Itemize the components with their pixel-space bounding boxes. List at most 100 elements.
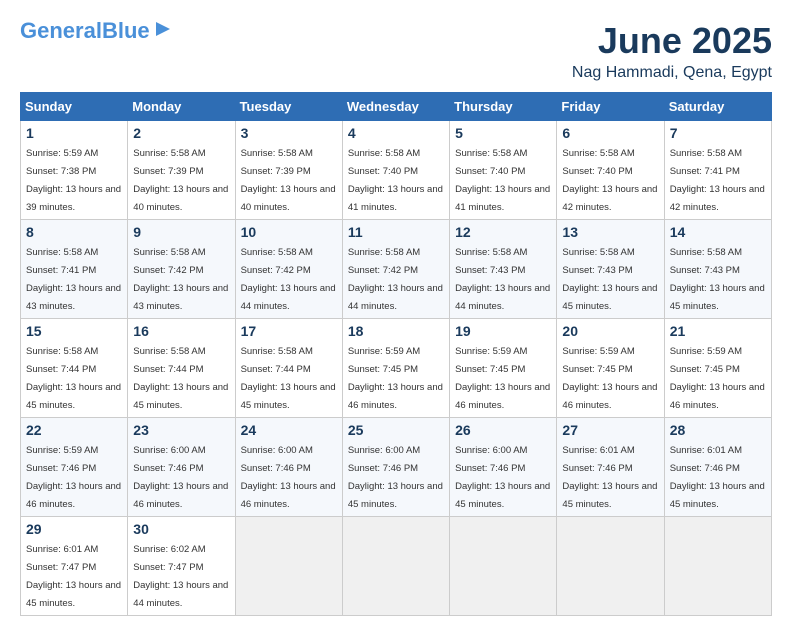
day-info: Sunrise: 5:58 AMSunset: 7:44 PMDaylight:… [241,346,336,411]
table-row: 26 Sunrise: 6:00 AMSunset: 7:46 PMDaylig… [450,418,557,517]
day-number: 20 [562,323,658,339]
day-info: Sunrise: 5:59 AMSunset: 7:45 PMDaylight:… [348,346,443,411]
day-info: Sunrise: 5:58 AMSunset: 7:43 PMDaylight:… [562,247,657,312]
day-info: Sunrise: 5:58 AMSunset: 7:39 PMDaylight:… [133,148,228,213]
day-number: 16 [133,323,229,339]
day-info: Sunrise: 5:58 AMSunset: 7:43 PMDaylight:… [670,247,765,312]
day-number: 8 [26,224,122,240]
day-number: 18 [348,323,444,339]
logo: GeneralBlue [20,20,174,42]
table-row: 22 Sunrise: 5:59 AMSunset: 7:46 PMDaylig… [21,418,128,517]
day-info: Sunrise: 5:59 AMSunset: 7:38 PMDaylight:… [26,148,121,213]
day-info: Sunrise: 5:58 AMSunset: 7:42 PMDaylight:… [133,247,228,312]
day-number: 28 [670,422,766,438]
day-info: Sunrise: 5:58 AMSunset: 7:41 PMDaylight:… [670,148,765,213]
day-info: Sunrise: 5:58 AMSunset: 7:44 PMDaylight:… [26,346,121,411]
day-number: 26 [455,422,551,438]
table-row: 29 Sunrise: 6:01 AMSunset: 7:47 PMDaylig… [21,517,128,616]
table-row [342,517,449,616]
day-info: Sunrise: 6:02 AMSunset: 7:47 PMDaylight:… [133,544,228,609]
day-info: Sunrise: 5:59 AMSunset: 7:45 PMDaylight:… [455,346,550,411]
table-row: 20 Sunrise: 5:59 AMSunset: 7:45 PMDaylig… [557,319,664,418]
table-row: 17 Sunrise: 5:58 AMSunset: 7:44 PMDaylig… [235,319,342,418]
day-number: 24 [241,422,337,438]
day-info: Sunrise: 5:58 AMSunset: 7:39 PMDaylight:… [241,148,336,213]
day-number: 7 [670,125,766,141]
logo-arrow-icon [152,18,174,40]
table-row: 30 Sunrise: 6:02 AMSunset: 7:47 PMDaylig… [128,517,235,616]
day-info: Sunrise: 5:58 AMSunset: 7:42 PMDaylight:… [241,247,336,312]
table-row: 3 Sunrise: 5:58 AMSunset: 7:39 PMDayligh… [235,121,342,220]
day-number: 13 [562,224,658,240]
table-row: 9 Sunrise: 5:58 AMSunset: 7:42 PMDayligh… [128,220,235,319]
table-row: 11 Sunrise: 5:58 AMSunset: 7:42 PMDaylig… [342,220,449,319]
day-info: Sunrise: 6:00 AMSunset: 7:46 PMDaylight:… [241,445,336,510]
page-header: GeneralBlue June 2025 Nag Hammadi, Qena,… [20,20,772,82]
day-number: 9 [133,224,229,240]
day-info: Sunrise: 6:00 AMSunset: 7:46 PMDaylight:… [133,445,228,510]
day-number: 2 [133,125,229,141]
month-title: June 2025 [572,20,772,62]
day-number: 4 [348,125,444,141]
table-row: 28 Sunrise: 6:01 AMSunset: 7:46 PMDaylig… [664,418,771,517]
day-number: 30 [133,521,229,537]
table-row: 18 Sunrise: 5:59 AMSunset: 7:45 PMDaylig… [342,319,449,418]
day-info: Sunrise: 5:58 AMSunset: 7:40 PMDaylight:… [348,148,443,213]
day-info: Sunrise: 6:00 AMSunset: 7:46 PMDaylight:… [455,445,550,510]
day-number: 22 [26,422,122,438]
day-info: Sunrise: 5:59 AMSunset: 7:45 PMDaylight:… [670,346,765,411]
day-number: 29 [26,521,122,537]
day-number: 1 [26,125,122,141]
day-info: Sunrise: 5:59 AMSunset: 7:45 PMDaylight:… [562,346,657,411]
table-row: 13 Sunrise: 5:58 AMSunset: 7:43 PMDaylig… [557,220,664,319]
day-number: 25 [348,422,444,438]
day-info: Sunrise: 5:58 AMSunset: 7:40 PMDaylight:… [455,148,550,213]
table-row: 19 Sunrise: 5:59 AMSunset: 7:45 PMDaylig… [450,319,557,418]
logo-text: GeneralBlue [20,20,150,42]
table-row: 12 Sunrise: 5:58 AMSunset: 7:43 PMDaylig… [450,220,557,319]
title-block: June 2025 Nag Hammadi, Qena, Egypt [572,20,772,82]
table-row: 24 Sunrise: 6:00 AMSunset: 7:46 PMDaylig… [235,418,342,517]
table-row [664,517,771,616]
day-number: 23 [133,422,229,438]
header-row: Sunday Monday Tuesday Wednesday Thursday… [21,93,772,121]
day-info: Sunrise: 5:59 AMSunset: 7:46 PMDaylight:… [26,445,121,510]
day-number: 12 [455,224,551,240]
header-friday: Friday [557,93,664,121]
day-number: 11 [348,224,444,240]
day-info: Sunrise: 5:58 AMSunset: 7:41 PMDaylight:… [26,247,121,312]
day-number: 17 [241,323,337,339]
table-row: 6 Sunrise: 5:58 AMSunset: 7:40 PMDayligh… [557,121,664,220]
day-number: 10 [241,224,337,240]
table-row: 15 Sunrise: 5:58 AMSunset: 7:44 PMDaylig… [21,319,128,418]
day-info: Sunrise: 5:58 AMSunset: 7:42 PMDaylight:… [348,247,443,312]
day-info: Sunrise: 6:01 AMSunset: 7:47 PMDaylight:… [26,544,121,609]
table-row: 23 Sunrise: 6:00 AMSunset: 7:46 PMDaylig… [128,418,235,517]
table-row: 2 Sunrise: 5:58 AMSunset: 7:39 PMDayligh… [128,121,235,220]
day-info: Sunrise: 6:00 AMSunset: 7:46 PMDaylight:… [348,445,443,510]
table-row [557,517,664,616]
table-row: 27 Sunrise: 6:01 AMSunset: 7:46 PMDaylig… [557,418,664,517]
header-wednesday: Wednesday [342,93,449,121]
day-number: 14 [670,224,766,240]
day-number: 6 [562,125,658,141]
table-row: 16 Sunrise: 5:58 AMSunset: 7:44 PMDaylig… [128,319,235,418]
day-info: Sunrise: 5:58 AMSunset: 7:44 PMDaylight:… [133,346,228,411]
day-info: Sunrise: 5:58 AMSunset: 7:43 PMDaylight:… [455,247,550,312]
day-info: Sunrise: 6:01 AMSunset: 7:46 PMDaylight:… [670,445,765,510]
table-row [450,517,557,616]
table-row: 1 Sunrise: 5:59 AMSunset: 7:38 PMDayligh… [21,121,128,220]
header-sunday: Sunday [21,93,128,121]
day-info: Sunrise: 5:58 AMSunset: 7:40 PMDaylight:… [562,148,657,213]
table-row: 25 Sunrise: 6:00 AMSunset: 7:46 PMDaylig… [342,418,449,517]
day-number: 15 [26,323,122,339]
table-row: 8 Sunrise: 5:58 AMSunset: 7:41 PMDayligh… [21,220,128,319]
day-info: Sunrise: 6:01 AMSunset: 7:46 PMDaylight:… [562,445,657,510]
day-number: 19 [455,323,551,339]
table-row: 10 Sunrise: 5:58 AMSunset: 7:42 PMDaylig… [235,220,342,319]
location: Nag Hammadi, Qena, Egypt [572,64,772,82]
day-number: 27 [562,422,658,438]
day-number: 21 [670,323,766,339]
table-row: 4 Sunrise: 5:58 AMSunset: 7:40 PMDayligh… [342,121,449,220]
table-row [235,517,342,616]
